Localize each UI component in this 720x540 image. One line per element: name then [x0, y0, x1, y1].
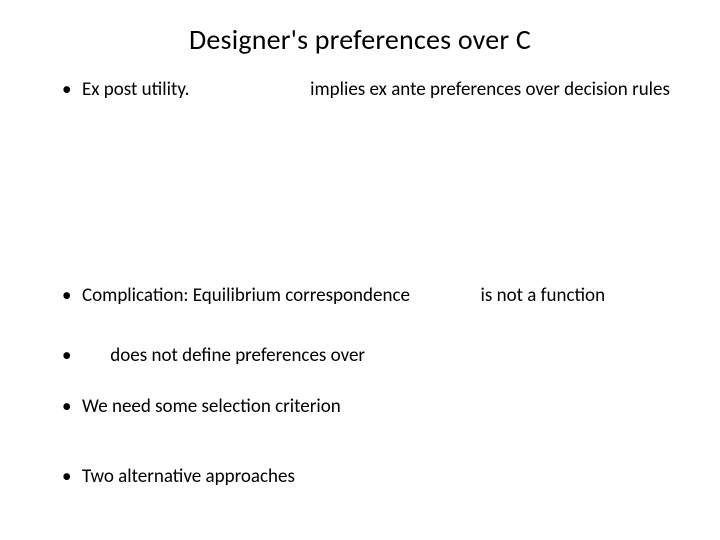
bullet-text: Ex post utility. — [82, 78, 189, 101]
bullet-text: is not a function — [481, 284, 606, 307]
bullet-list: Ex post utility. implies ex ante prefere… — [54, 78, 700, 489]
bullet-text: Two alternative approaches — [82, 465, 295, 488]
bullet-selection: We need some selection criterion — [54, 395, 700, 419]
bullet-define: does not define preferences over — [54, 344, 700, 368]
bullet-text: does not define preferences over — [110, 344, 365, 367]
bullet-text: implies ex ante preferences over decisio… — [310, 78, 670, 101]
slide-title: Designer's preferences over C — [0, 22, 720, 57]
bullet-text: Complication: Equilibrium correspondence — [82, 284, 410, 307]
bullet-ex-post: Ex post utility. implies ex ante prefere… — [54, 78, 700, 102]
slide: Designer's preferences over C Ex post ut… — [0, 0, 720, 540]
bullet-text: We need some selection criterion — [82, 395, 341, 418]
bullet-approaches: Two alternative approaches — [54, 465, 700, 489]
bullet-complication: Complication: Equilibrium correspondence… — [54, 284, 700, 308]
slide-body: Ex post utility. implies ex ante prefere… — [54, 78, 700, 489]
